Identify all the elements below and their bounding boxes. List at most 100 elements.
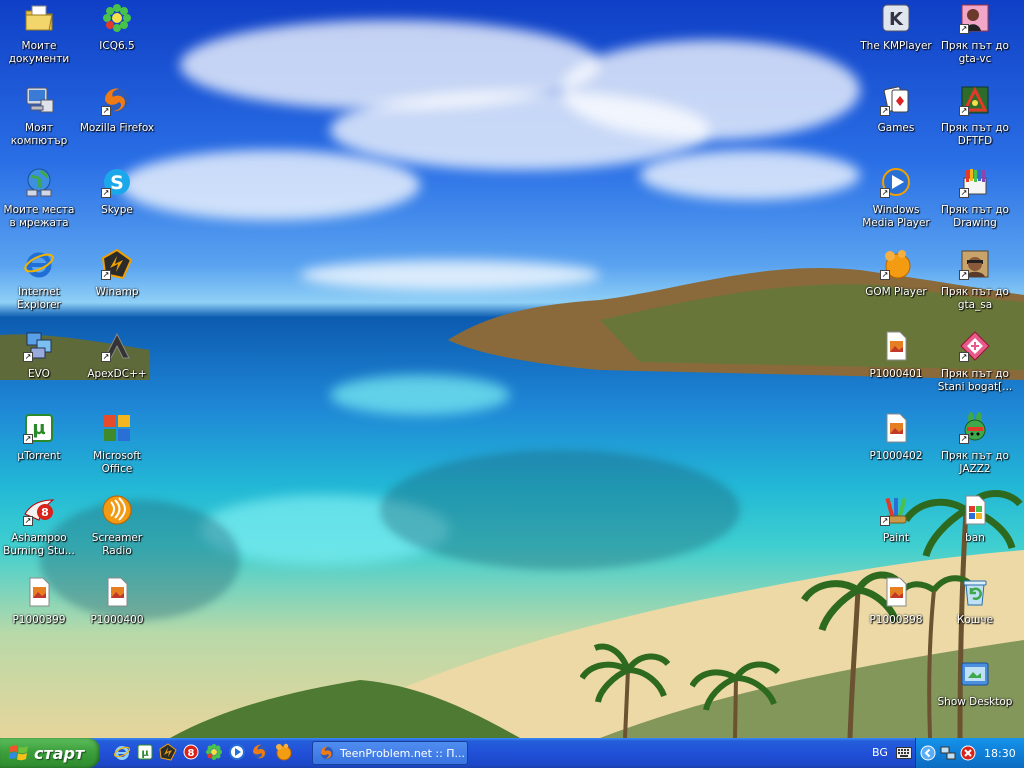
desktop-icon-p1000398[interactable]: P1000398 (857, 574, 935, 652)
quick-launch-internet-explorer[interactable] (112, 742, 132, 762)
desktop-icon-apexdc[interactable]: ↗ ApexDC++ (78, 328, 156, 406)
desktop-icon-my-computer[interactable]: Моят компютър (0, 82, 78, 160)
desktop-icon-label: Пряк път до Stani bogat[... (937, 368, 1013, 393)
desktop-icon-gta-vc[interactable]: ↗ Пряк път до gta-vc (936, 0, 1014, 78)
desktop-icon-p1000399[interactable]: P1000399 (0, 574, 78, 652)
utorrent-icon: µ (137, 744, 153, 760)
desktop-icon-label: Internet Explorer (17, 286, 61, 311)
chevron-left-icon[interactable] (920, 745, 936, 761)
desktop-icon-label: Show Desktop (937, 696, 1013, 708)
winamp-icon: ↗ (101, 248, 133, 280)
desktop-icon-ban[interactable]: ban (936, 492, 1014, 570)
image-file-icon (880, 576, 912, 608)
quick-launch-windows-media-player[interactable] (227, 742, 247, 762)
ashampoo-icon: 8 ↗ (23, 494, 55, 526)
firefox-icon: ↗ (101, 84, 133, 116)
gom-player-icon: ↗ (880, 248, 912, 280)
shortcut-arrow-icon: ↗ (23, 434, 33, 444)
system-tray: 18:30 (915, 738, 1024, 768)
gta-sa-icon: ↗ (959, 248, 991, 280)
svg-text:S: S (110, 172, 124, 194)
desktop-icon-dftfd[interactable]: ↗ Пряк път до DFTFD (936, 82, 1014, 160)
shortcut-arrow-icon: ↗ (880, 188, 890, 198)
desktop-icon-label: P1000402 (869, 450, 923, 462)
recycle-bin-icon (959, 576, 991, 608)
desktop-icon-label: Games (877, 122, 915, 134)
screamer-radio-icon (101, 494, 133, 526)
desktop-icon-ashampoo[interactable]: 8 ↗ Ashampoo Burning Stu... (0, 492, 78, 570)
desktop-icon-my-documents[interactable]: Моите документи (0, 0, 78, 78)
stani-bogat-icon: ↗ (959, 330, 991, 362)
desktop-icon-jazz2[interactable]: ↗ Пряк път до JAZZ2 (936, 410, 1014, 488)
desktop-icon-microsoft-office[interactable]: Microsoft Office (78, 410, 156, 488)
desktop-icon-winamp[interactable]: ↗ Winamp (78, 246, 156, 324)
desktop-icon-show-desktop[interactable]: Show Desktop (936, 656, 1014, 734)
desktop-icon-screamer-radio[interactable]: Screamer Radio (78, 492, 156, 570)
desktop-icon-label: ApexDC++ (87, 368, 147, 380)
desktop-icon-label: P1000400 (90, 614, 144, 626)
desktop-icon-label: P1000398 (869, 614, 923, 626)
desktop-icon-network-places[interactable]: Моите места в мрежата (0, 164, 78, 242)
drawing-icon: ↗ (959, 166, 991, 198)
desktop-icon-label: Windows Media Player (862, 204, 930, 229)
desktop-icon-skype[interactable]: S ↗ Skype (78, 164, 156, 242)
desktop-icon-label: Пряк път до DFTFD (941, 122, 1009, 147)
desktop[interactable]: Моите документи Моят компютър Моите мест… (0, 0, 1024, 738)
windows-flag-icon (9, 745, 28, 761)
desktop-icon-firefox[interactable]: ↗ Mozilla Firefox (78, 82, 156, 160)
image-file-icon (880, 330, 912, 362)
desktop-icon-stani-bogat[interactable]: ↗ Пряк път до Stani bogat[... (936, 328, 1014, 406)
keyboard-icon[interactable] (896, 747, 912, 759)
network-connection-icon[interactable] (940, 745, 956, 761)
shortcut-arrow-icon: ↗ (880, 270, 890, 280)
winamp-icon (159, 743, 177, 761)
desktop-icon-gta-sa[interactable]: ↗ Пряк път до gta_sa (936, 246, 1014, 324)
desktop-icon-paint[interactable]: ↗ Paint (857, 492, 935, 570)
desktop-icon-p1000400[interactable]: P1000400 (78, 574, 156, 652)
network-places-icon (23, 166, 55, 198)
desktop-icon-utorrent[interactable]: µ ↗ µTorrent (0, 410, 78, 488)
desktop-icon-p1000402[interactable]: P1000402 (857, 410, 935, 488)
gta-vc-icon: ↗ (959, 2, 991, 34)
desktop-icon-recycle-bin[interactable]: Кошче (936, 574, 1014, 652)
ban-file-icon (959, 494, 991, 526)
quick-launch-firefox[interactable] (250, 742, 270, 762)
quick-launch-winamp[interactable] (158, 742, 178, 762)
quick-launch-ashampoo[interactable]: 8 (181, 742, 201, 762)
image-file-icon (101, 576, 133, 608)
shortcut-arrow-icon: ↗ (959, 434, 969, 444)
desktop-icon-label: P1000399 (12, 614, 66, 626)
internet-explorer-icon (114, 746, 130, 760)
desktop-icon-internet-explorer[interactable]: Internet Explorer (0, 246, 78, 324)
desktop-icon-label: Пряк път до JAZZ2 (941, 450, 1009, 475)
desktop-icon-gom-player[interactable]: ↗ GOM Player (857, 246, 935, 324)
clock[interactable]: 18:30 (984, 747, 1016, 760)
desktop-icon-icq[interactable]: ICQ6.5 (78, 0, 156, 78)
shortcut-arrow-icon: ↗ (880, 106, 890, 116)
shortcut-arrow-icon: ↗ (959, 270, 969, 280)
desktop-icon-label: GOM Player (865, 286, 927, 298)
desktop-icon-label: Mozilla Firefox (79, 122, 155, 134)
shortcut-arrow-icon: ↗ (23, 352, 33, 362)
language-indicator[interactable]: BG (872, 746, 888, 759)
desktop-icon-kmplayer[interactable]: K The KMPlayer (857, 0, 935, 78)
my-documents-icon (23, 2, 55, 34)
desktop-icon-evo[interactable]: ↗ EVO (0, 328, 78, 406)
quick-launch-gom-player[interactable] (273, 742, 293, 762)
svg-text:K: K (889, 9, 904, 30)
disconnected-icon[interactable] (960, 745, 976, 761)
desktop-icon-p1000401[interactable]: P1000401 (857, 328, 935, 406)
desktop-icon-drawing[interactable]: ↗ Пряк път до Drawing (936, 164, 1014, 242)
taskbar-window-button[interactable]: TeenProblem.net :: П... (312, 741, 468, 765)
desktop-icon-games[interactable]: ↗ Games (857, 82, 935, 160)
start-button[interactable]: старт (0, 738, 100, 768)
quick-launch-icq[interactable] (204, 742, 224, 762)
quick-launch-utorrent[interactable]: µ (135, 742, 155, 762)
desktop-icon-windows-media-player[interactable]: ↗ Windows Media Player (857, 164, 935, 242)
desktop-icon-label: Пряк път до gta-vc (941, 40, 1009, 65)
start-label: старт (34, 743, 85, 763)
dftfd-icon: ↗ (959, 84, 991, 116)
desktop-icon-label: Пряк път до gta_sa (941, 286, 1009, 311)
image-file-icon (880, 412, 912, 444)
quick-launch-bar: µ 8 (112, 742, 293, 764)
